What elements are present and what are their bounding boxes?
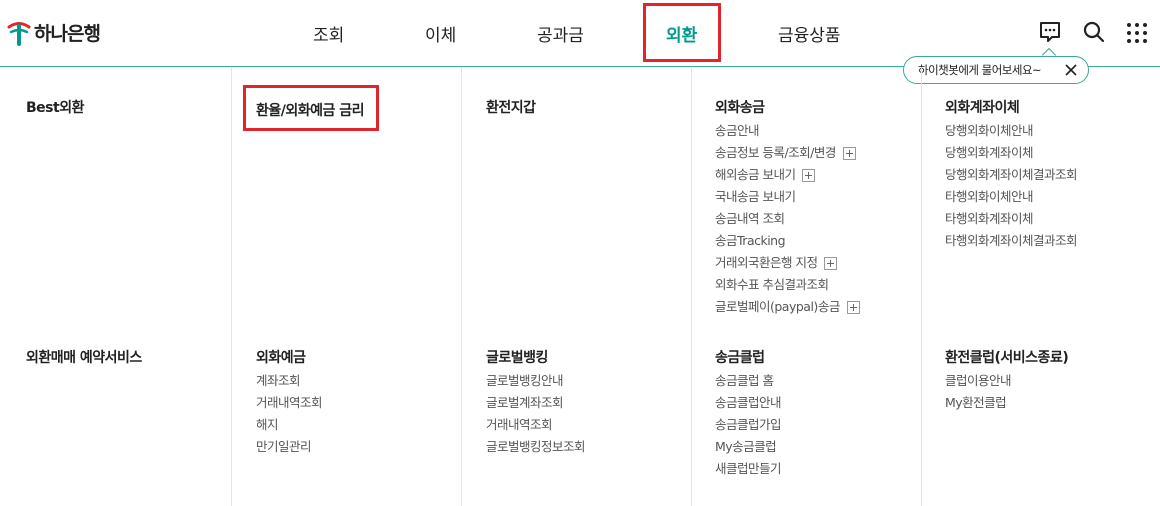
expand-plus-icon[interactable] [802, 168, 816, 182]
list-item[interactable]: 송금클럽안내 [715, 392, 782, 414]
list-item-label: 글로벌페이(paypal)송금 [715, 299, 840, 314]
list-item-label: 클럽이용안내 [945, 373, 1012, 388]
list-item[interactable]: 글로벌페이(paypal)송금 [715, 296, 860, 318]
logo-text: 하나은행 [34, 22, 101, 45]
tooltip-text: 하이챗봇에게 물어보세요~ [918, 63, 1042, 77]
active-nav-highlight-box [643, 3, 721, 62]
list-item-label: 거래내역조회 [486, 417, 553, 432]
list-item[interactable]: My송금클럽 [715, 436, 781, 458]
list-item-label: 새클럽만들기 [715, 461, 782, 476]
menu-title-fx-reservation[interactable]: 외환매매 예약서비스 [26, 347, 142, 367]
list-item-label: 타행외화이체안내 [945, 189, 1034, 204]
list-item[interactable]: 당행외화계좌이체 [945, 142, 1077, 164]
gnb-item-utility-bills[interactable]: 공과금 [537, 21, 584, 46]
list-item-label: My송금클럽 [715, 439, 777, 454]
remittance-submenu: 송금안내 송금정보 등록/조회/변경 해외송금 보내기 국내송금 보내기 송금내… [715, 120, 860, 318]
list-item[interactable]: 송금Tracking [715, 230, 860, 252]
list-item[interactable]: 타행외화계좌이체결과조회 [945, 230, 1078, 252]
list-item-label: 당행외화계좌이체결과조회 [945, 167, 1078, 182]
menu-title-best-fx[interactable]: Best외환 [26, 97, 84, 117]
close-icon[interactable] [1064, 63, 1078, 77]
list-item-label: 글로벌뱅킹정보조회 [486, 439, 586, 454]
gnb-item-financial-products[interactable]: 금융상품 [778, 21, 841, 46]
list-item-label: 송금클럽안내 [715, 395, 782, 410]
menu-title-remittance[interactable]: 외화송금 [715, 97, 765, 117]
list-item[interactable]: 외화수표 추심결과조회 [715, 274, 860, 296]
list-item-label: 송금클럽가입 [715, 417, 782, 432]
hana-logo-icon [6, 18, 32, 46]
list-item-label: 타행외화계좌이체 [945, 211, 1034, 226]
list-item-label: 송금클럽 홈 [715, 373, 774, 388]
list-item[interactable]: 클럽이용안내 [945, 370, 1012, 392]
list-item[interactable]: 글로벌뱅킹정보조회 [486, 436, 586, 458]
list-item-label: 송금Tracking [715, 233, 786, 248]
list-item-label: 송금정보 등록/조회/변경 [715, 145, 836, 160]
list-item[interactable]: 거래내역조회 [486, 414, 585, 436]
list-item-label: 거래외국환은행 지정 [715, 255, 818, 270]
list-item[interactable]: 글로벌뱅킹안내 [486, 370, 585, 392]
logo[interactable]: 하나은행 [6, 18, 101, 46]
list-item[interactable]: 당행외화이체안내 [945, 120, 1077, 142]
list-item[interactable]: 새클럽만들기 [715, 458, 782, 480]
column-divider [231, 68, 232, 506]
list-item[interactable]: 만기일관리 [256, 436, 322, 458]
list-item[interactable]: 송금클럽 홈 [715, 370, 781, 392]
menu-title-fx-account-transfer[interactable]: 외화계좌이체 [945, 97, 1020, 117]
column-divider [921, 68, 922, 506]
fx-account-transfer-submenu: 당행외화이체안내 당행외화계좌이체 당행외화계좌이체결과조회 타행외화이체안내 … [945, 120, 1078, 252]
global-banking-submenu: 글로벌뱅킹안내 글로벌계좌조회 거래내역조회 글로벌뱅킹정보조회 [486, 370, 586, 458]
list-item[interactable]: 타행외화이체안내 [945, 186, 1077, 208]
list-item[interactable]: 송금내역 조회 [715, 208, 860, 230]
expand-plus-icon[interactable] [846, 300, 860, 314]
list-item[interactable]: 송금클럽가입 [715, 414, 782, 436]
grid-menu-icon[interactable] [1126, 22, 1148, 48]
expand-plus-icon[interactable] [824, 256, 838, 270]
list-item-label: 국내송금 보내기 [715, 189, 796, 204]
list-item[interactable]: 타행외화계좌이체 [945, 208, 1077, 230]
chatbot-tooltip: 하이챗봇에게 물어보세요~ [903, 56, 1089, 84]
list-item-label: My환전클럽 [945, 395, 1007, 410]
menu-title-fx-deposit[interactable]: 외화예금 [256, 347, 306, 367]
list-item[interactable]: 거래내역조회 [256, 392, 323, 414]
list-item[interactable]: 해외송금 보내기 [715, 164, 860, 186]
list-item-label: 거래내역조회 [256, 395, 323, 410]
list-item-label: 당행외화계좌이체 [945, 145, 1034, 160]
list-item-label: 해지 [256, 417, 279, 432]
list-item-label: 글로벌계좌조회 [486, 395, 564, 410]
chat-bubble-icon[interactable] [1038, 20, 1062, 48]
list-item[interactable]: 송금안내 [715, 120, 860, 142]
column-divider [461, 68, 462, 506]
fx-deposit-submenu: 계좌조회 거래내역조회 해지 만기일관리 [256, 370, 323, 458]
search-icon[interactable] [1082, 20, 1106, 48]
list-item[interactable]: 글로벌계좌조회 [486, 392, 585, 414]
list-item-label: 해외송금 보내기 [715, 167, 796, 182]
list-item[interactable]: 계좌조회 [256, 370, 322, 392]
list-item-label: 외화수표 추심결과조회 [715, 277, 829, 292]
list-item[interactable]: 국내송금 보내기 [715, 186, 860, 208]
list-item[interactable]: My환전클럽 [945, 392, 1011, 414]
list-item-label: 계좌조회 [256, 373, 301, 388]
remittance-club-submenu: 송금클럽 홈 송금클럽안내 송금클럽가입 My송금클럽 새클럽만들기 [715, 370, 782, 480]
list-item-label: 만기일관리 [256, 439, 312, 454]
gnb-item-transfer[interactable]: 이체 [425, 21, 456, 46]
list-item[interactable]: 당행외화계좌이체결과조회 [945, 164, 1078, 186]
list-item-label: 타행외화계좌이체결과조회 [945, 233, 1078, 248]
column-divider [691, 68, 692, 506]
expand-plus-icon[interactable] [842, 146, 856, 160]
list-item-label: 송금내역 조회 [715, 211, 785, 226]
gnb-item-inquiry[interactable]: 조회 [313, 21, 344, 46]
menu-title-exchange-club[interactable]: 환전클럽(서비스종료) [945, 347, 1069, 367]
list-item-label: 글로벌뱅킹안내 [486, 373, 564, 388]
menu-title-exchange-wallet[interactable]: 환전지갑 [486, 97, 536, 117]
exchange-rates-highlight-box [243, 85, 379, 131]
exchange-club-submenu: 클럽이용안내 My환전클럽 [945, 370, 1012, 414]
list-item-label: 송금안내 [715, 123, 760, 138]
menu-title-global-banking[interactable]: 글로벌뱅킹 [486, 347, 548, 367]
list-item[interactable]: 해지 [256, 414, 322, 436]
list-item[interactable]: 송금정보 등록/조회/변경 [715, 142, 860, 164]
list-item[interactable]: 거래외국환은행 지정 [715, 252, 860, 274]
menu-title-remittance-club[interactable]: 송금클럽 [715, 347, 765, 367]
list-item-label: 당행외화이체안내 [945, 123, 1034, 138]
